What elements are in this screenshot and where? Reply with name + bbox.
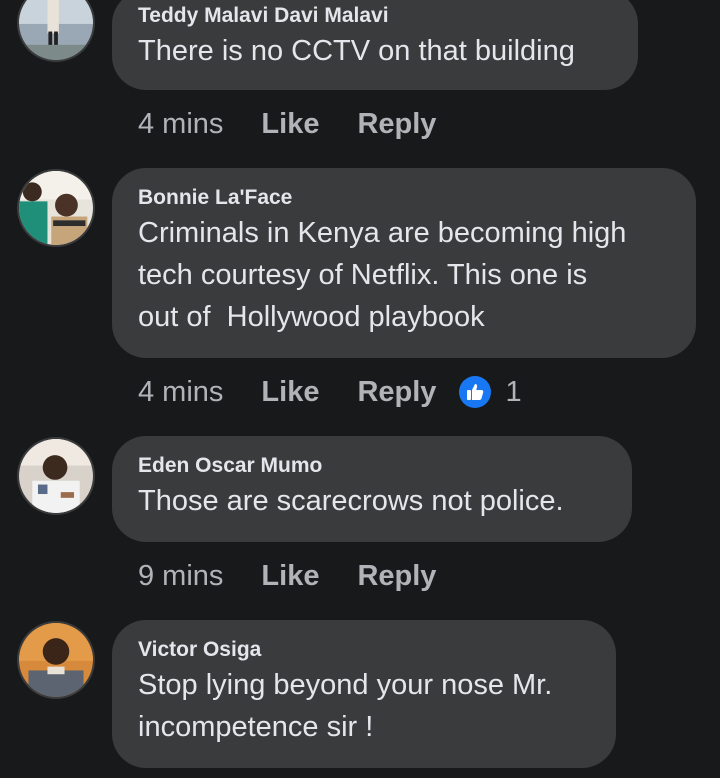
avatar[interactable]	[17, 0, 95, 62]
reply-button[interactable]: Reply	[357, 560, 436, 593]
reaction-count: 1	[505, 375, 522, 408]
comment-bubble: Bonnie La'Face Criminals in Kenya are be…	[112, 168, 696, 358]
like-button[interactable]: Like	[261, 108, 319, 141]
avatar-photo	[19, 623, 93, 697]
comment-bubble: Teddy Malavi Davi Malavi There is no CCT…	[112, 0, 638, 90]
comment-actions: 9 mins Like Reply	[138, 556, 474, 596]
comment-author[interactable]: Victor Osiga	[138, 638, 590, 662]
comment-text: Stop lying beyond your nose Mr. incompet…	[138, 669, 553, 743]
comment-time[interactable]: 9 mins	[138, 560, 223, 593]
reply-button[interactable]: Reply	[357, 376, 436, 409]
reaction-summary[interactable]: 1	[459, 375, 522, 409]
comment-actions: 4 mins Like Reply	[138, 104, 474, 144]
avatar[interactable]	[17, 621, 95, 699]
like-button[interactable]: Like	[261, 560, 319, 593]
reply-button[interactable]: Reply	[357, 108, 436, 141]
comment-bubble: Eden Oscar Mumo Those are scarecrows not…	[112, 436, 632, 542]
comment-text: Those are scarecrows not police.	[138, 485, 564, 517]
comment-author[interactable]: Teddy Malavi Davi Malavi	[138, 4, 612, 28]
comment-actions: 4 mins Like Reply 1	[138, 372, 522, 412]
comment-text: There is no CCTV on that building	[138, 35, 575, 67]
comment-author[interactable]: Eden Oscar Mumo	[138, 454, 606, 478]
comment-text: Criminals in Kenya are becoming high tec…	[138, 217, 627, 333]
comment-author[interactable]: Bonnie La'Face	[138, 186, 670, 210]
comments-thread: Teddy Malavi Davi Malavi There is no CCT…	[0, 0, 720, 778]
thumbs-up-icon	[459, 376, 492, 408]
like-button[interactable]: Like	[261, 376, 319, 409]
comment-time[interactable]: 4 mins	[138, 108, 223, 141]
avatar-photo	[19, 0, 93, 60]
comment-bubble: Victor Osiga Stop lying beyond your nose…	[112, 620, 616, 768]
avatar[interactable]	[17, 437, 95, 515]
avatar[interactable]	[17, 169, 95, 247]
comment-time[interactable]: 4 mins	[138, 376, 223, 409]
avatar-photo	[19, 171, 93, 245]
avatar-photo	[19, 439, 93, 513]
